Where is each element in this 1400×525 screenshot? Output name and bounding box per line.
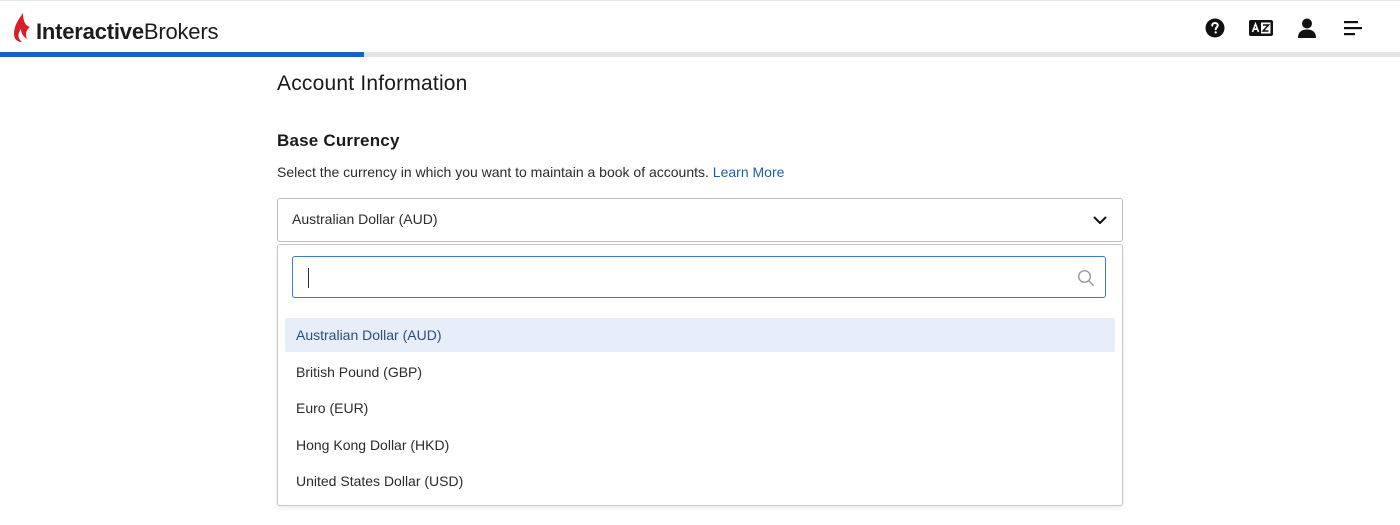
logo-text-bold: Interactive [36,19,144,44]
section-title: Base Currency [277,131,400,150]
description-text: Select the currency in which you want to… [277,164,709,180]
progress-bar-fill [0,52,364,57]
currency-option[interactable]: United States Dollar (USD) [285,464,1115,498]
top-header: InteractiveBrokers [0,0,1400,53]
search-icon [1077,269,1094,286]
logo-text-regular: Brokers [143,19,219,44]
currency-option[interactable]: Euro (EUR) [285,391,1115,425]
selected-currency-value: Australian Dollar (AUD) [292,211,438,227]
menu-button[interactable] [1330,15,1376,41]
help-circle-icon [1205,18,1225,38]
user-icon [1298,18,1316,38]
learn-more-link[interactable]: Learn More [713,164,785,180]
progress-bar [0,52,1400,57]
currency-search-input[interactable] [305,265,1069,291]
interactive-brokers-logo[interactable]: InteractiveBrokers [14,13,218,43]
text-cursor [308,268,309,288]
chevron-down-icon [1093,216,1107,224]
base-currency-select[interactable]: Australian Dollar (AUD) [277,198,1123,242]
currency-option[interactable]: Australian Dollar (AUD) [285,318,1115,352]
help-button[interactable] [1192,15,1238,41]
currency-dropdown-panel: Australian Dollar (AUD) British Pound (G… [277,244,1123,506]
menu-icon [1344,21,1362,36]
user-account-button[interactable] [1284,15,1330,41]
currency-search-box[interactable] [292,256,1106,298]
currency-option[interactable]: Hong Kong Dollar (HKD) [285,428,1115,462]
brokers-flame-icon [14,13,30,42]
page-title: Account Information [277,72,468,95]
language-icon [1249,20,1273,36]
currency-option[interactable]: British Pound (GBP) [285,355,1115,389]
base-currency-description: Select the currency in which you want to… [277,164,784,180]
currency-options-list: Australian Dollar (AUD) British Pound (G… [285,318,1115,501]
language-button[interactable] [1238,15,1284,41]
